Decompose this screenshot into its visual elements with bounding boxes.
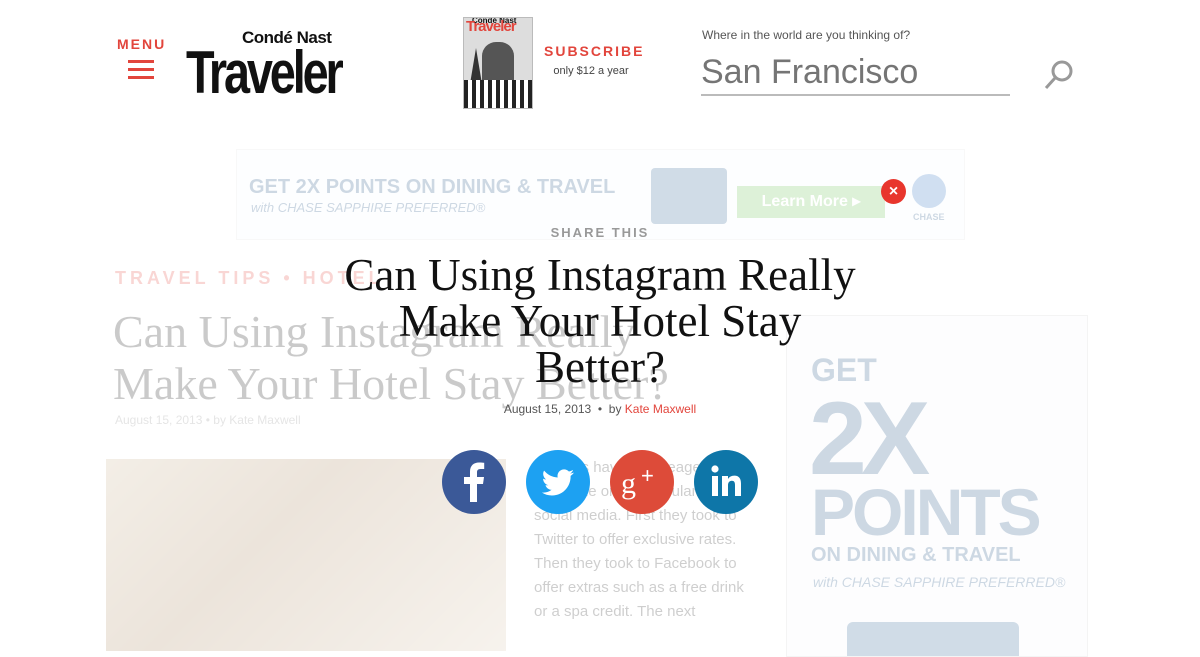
search-label: Where in the world are you thinking of? [702, 28, 911, 42]
hamburger-icon [128, 60, 154, 79]
menu-label: MENU [117, 36, 167, 52]
logo-wordmark: Traveler [186, 39, 344, 106]
linkedin-share-button[interactable] [694, 450, 758, 514]
subscribe-block: SUBSCRIBE only $12 a year [544, 43, 642, 77]
subscribe-price: only $12 a year [553, 65, 629, 77]
share-date: August 15, 2013 [503, 402, 592, 416]
ad-subline: with CHASE SAPPHIRE PREFERRED® [251, 200, 486, 215]
side-ad-card-graphic [847, 622, 1019, 656]
menu-button[interactable]: MENU [117, 36, 165, 84]
facebook-icon [464, 462, 485, 502]
svg-text:+: + [641, 463, 654, 488]
author-link[interactable]: Kate Maxwell [625, 402, 696, 416]
facebook-share-button[interactable] [442, 450, 506, 514]
side-ad-line5: with CHASE SAPPHIRE PREFERRED® [813, 574, 1066, 590]
google-plus-share-button[interactable]: g + [610, 450, 674, 514]
share-heading: SHARE THIS [550, 225, 650, 240]
share-byline: August 15, 2013 • by Kate Maxwell [0, 402, 1200, 416]
cover-masthead: Traveler [466, 18, 517, 35]
eiffel-tower-graphic [470, 48, 482, 84]
credit-card-graphic [651, 168, 727, 224]
byline-separator: • [597, 402, 603, 416]
subscribe-button[interactable]: SUBSCRIBE [544, 43, 642, 59]
twitter-icon [541, 469, 574, 496]
side-ad-line3: POINTS [811, 475, 1042, 549]
ad-brand: CHASE [913, 212, 945, 222]
cover-stripes [464, 80, 532, 108]
search-input[interactable] [701, 50, 1010, 96]
close-icon[interactable]: × [881, 179, 906, 204]
chase-logo-icon [912, 174, 946, 208]
search-icon[interactable] [1042, 58, 1076, 92]
share-article-title: Can Using Instagram Really Make Your Hot… [344, 250, 856, 392]
linkedin-icon [711, 465, 741, 496]
ad-learn-more-button[interactable]: Learn More ▸ [737, 186, 885, 218]
google-plus-icon: g + [621, 463, 654, 500]
ad-headline: GET 2X POINTS ON DINING & TRAVEL [249, 176, 616, 198]
side-ad-line4: ON DINING & TRAVEL [811, 544, 1021, 566]
svg-text:g: g [621, 467, 636, 500]
twitter-share-button[interactable] [526, 450, 590, 514]
site-logo[interactable]: Condé Nast Traveler [186, 28, 361, 106]
byline-by: by [608, 402, 622, 416]
magazine-cover[interactable]: Condé Nast Traveler [463, 17, 533, 109]
